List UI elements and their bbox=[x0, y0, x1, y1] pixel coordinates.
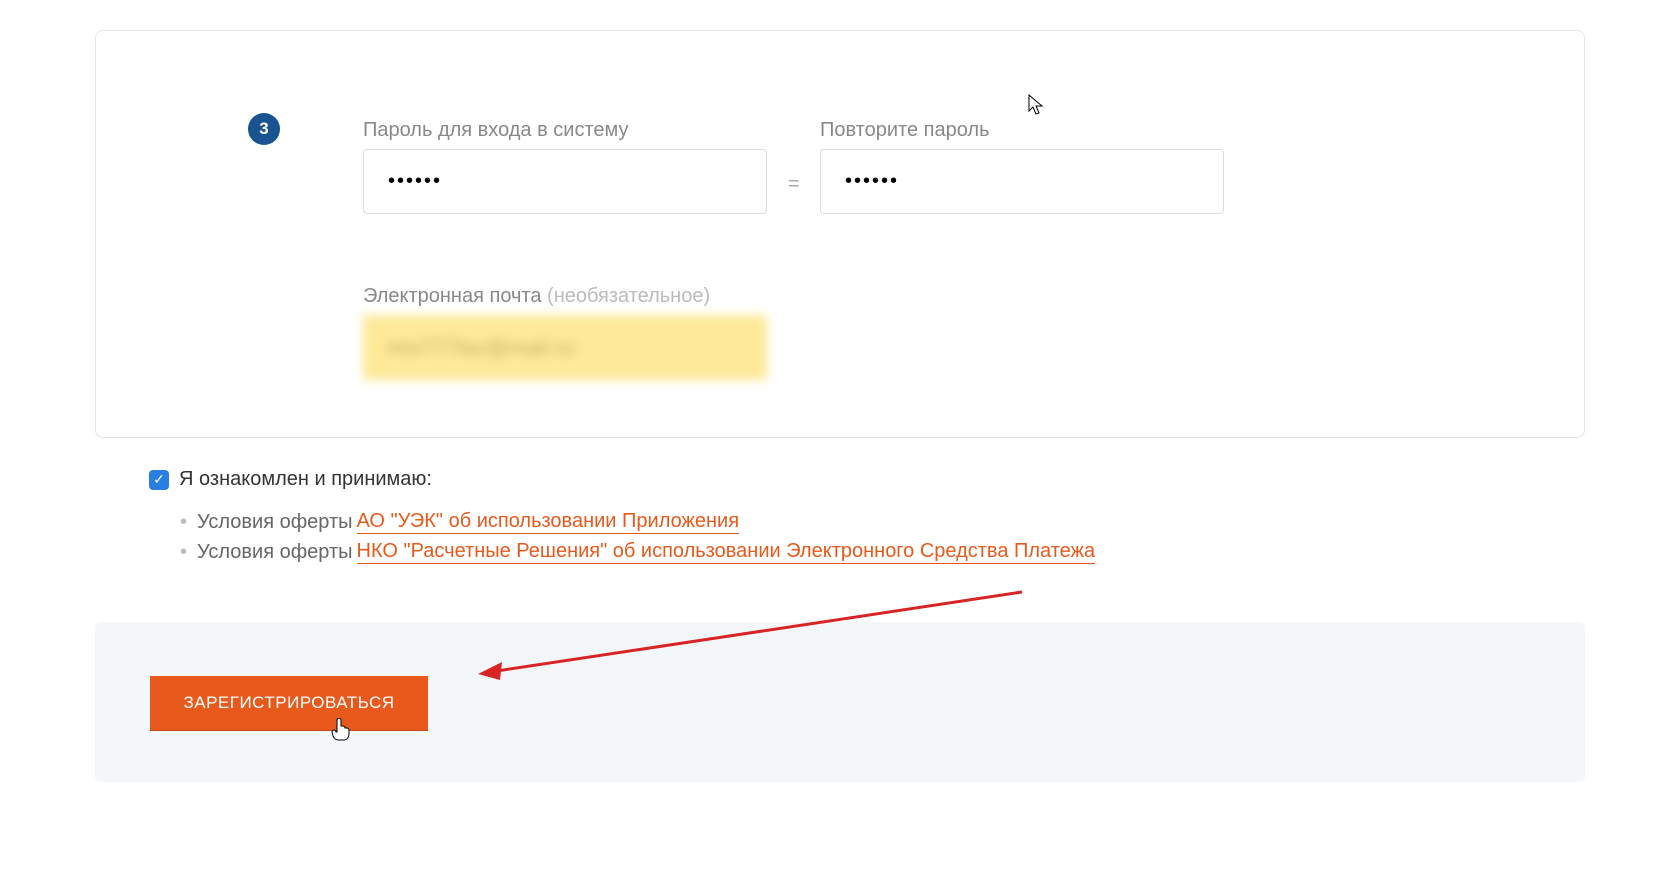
agreement-row: ✓ Я ознакомлен и принимаю: bbox=[149, 468, 432, 491]
terms-prefix-1: Условия оферты bbox=[197, 511, 353, 534]
submit-panel: ЗАРЕГИСТРИРОВАТЬСЯ bbox=[95, 622, 1585, 782]
password-input[interactable] bbox=[363, 149, 767, 214]
bullet-icon: • bbox=[180, 511, 187, 534]
password-label: Пароль для входа в систему bbox=[363, 119, 629, 142]
step-badge: 3 bbox=[248, 113, 280, 145]
email-label: Электронная почта (необязательное) bbox=[363, 285, 710, 308]
terms-item-1: • Условия оферты АО "УЭК" об использован… bbox=[180, 510, 1095, 534]
terms-link-1[interactable]: АО "УЭК" об использовании Приложения bbox=[357, 510, 740, 534]
terms-item-2: • Условия оферты НКО "Расчетные Решения"… bbox=[180, 540, 1095, 564]
password-confirm-label: Повторите пароль bbox=[820, 119, 990, 142]
equals-sign: = bbox=[788, 173, 800, 196]
agreement-label: Я ознакомлен и принимаю: bbox=[179, 468, 432, 491]
bullet-icon: • bbox=[180, 541, 187, 564]
password-confirm-input[interactable] bbox=[820, 149, 1224, 214]
email-input[interactable] bbox=[363, 315, 767, 380]
terms-list: • Условия оферты АО "УЭК" об использован… bbox=[180, 510, 1095, 570]
registration-form-panel: 3 Пароль для входа в систему = Повторите… bbox=[95, 30, 1585, 438]
agreement-checkbox[interactable]: ✓ bbox=[149, 470, 169, 490]
terms-prefix-2: Условия оферты bbox=[197, 541, 353, 564]
email-optional-hint: (необязательное) bbox=[547, 285, 710, 307]
terms-link-2[interactable]: НКО "Расчетные Решения" об использовании… bbox=[357, 540, 1096, 564]
register-button[interactable]: ЗАРЕГИСТРИРОВАТЬСЯ bbox=[150, 676, 428, 730]
